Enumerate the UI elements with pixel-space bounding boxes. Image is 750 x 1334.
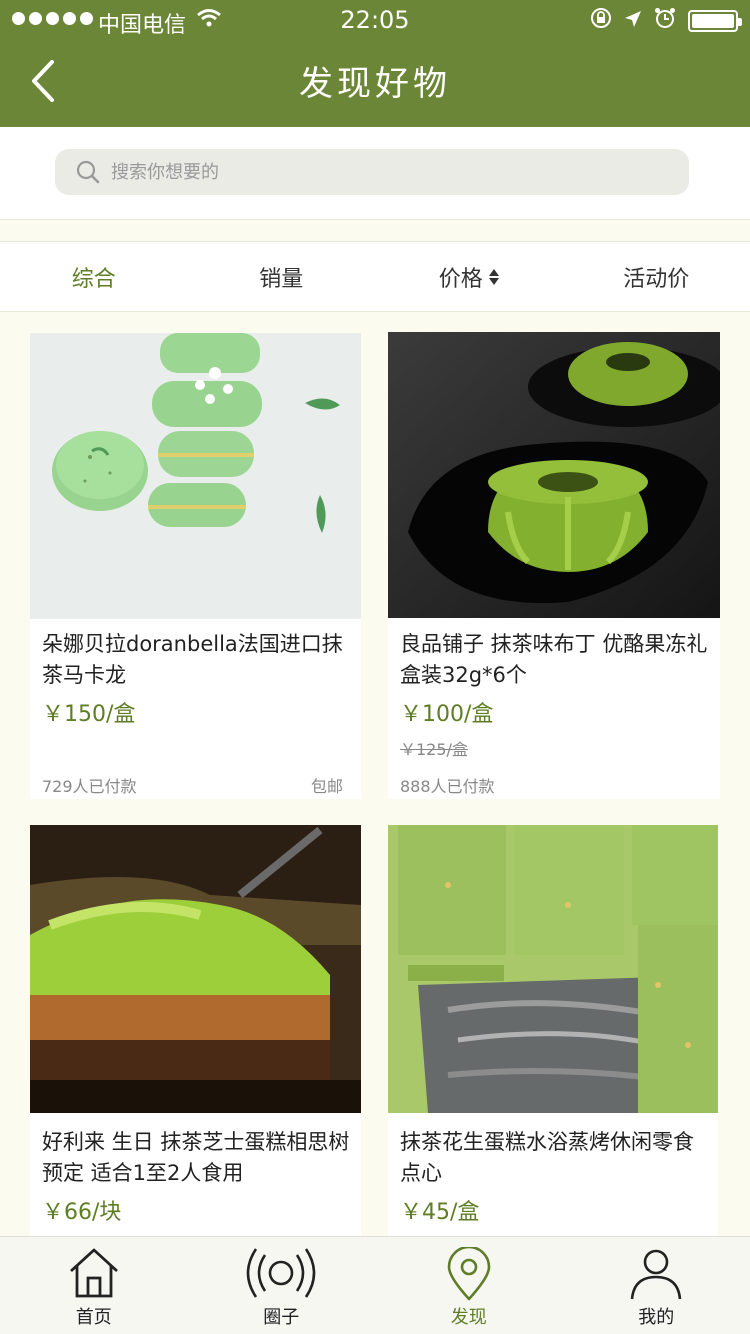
product-card[interactable]: 好利来 生日 抹茶芝士蛋糕相思树 预定 适合1至2人食用 ￥66/块	[30, 825, 361, 1236]
paid-count: 729人已付款	[42, 777, 137, 796]
product-price: ￥45/盒	[400, 1200, 480, 1225]
product-image-matcha-cake	[388, 825, 718, 1113]
tab-label: 首页	[75, 1307, 112, 1328]
tab-label: 发现	[450, 1307, 487, 1328]
sort-tab-comprehensive[interactable]: 综合	[0, 242, 188, 311]
product-title: 良品铺子 抹茶味布丁 优酪果冻礼盒装32g*6个	[400, 632, 708, 687]
product-price: ￥66/块	[42, 1200, 122, 1225]
product-card[interactable]: 抹茶花生蛋糕水浴蒸烤休闲零食点心 ￥45/盒	[388, 825, 718, 1236]
page-title: 发现好物	[299, 64, 451, 104]
tab-circle[interactable]: 圈子	[188, 1237, 376, 1334]
tab-label: 我的	[638, 1307, 675, 1328]
search-input[interactable]	[111, 157, 671, 187]
product-title: 抹茶花生蛋糕水浴蒸烤休闲零食点心	[400, 1130, 694, 1185]
search-icon	[75, 159, 101, 189]
sort-tab-label: 活动价	[623, 266, 690, 292]
product-image-pudding	[388, 332, 720, 618]
product-price: ￥100/盒	[400, 702, 494, 727]
free-shipping-badge: 包邮	[310, 777, 343, 796]
home-icon	[69, 1248, 118, 1298]
sort-tab-label: 价格	[438, 266, 483, 292]
navigation-header: 中国电信 22:05 发现好物	[0, 0, 750, 127]
rotation-lock-icon	[590, 7, 612, 35]
search-bar[interactable]	[55, 149, 689, 195]
product-price: ￥150/盒	[42, 702, 136, 727]
tab-label: 圈子	[263, 1307, 300, 1328]
product-card[interactable]: 良品铺子 抹茶味布丁 优酪果冻礼盒装32g*6个 ￥100/盒 ￥125/盒 8…	[388, 332, 720, 799]
status-bar: 中国电信 22:05	[0, 0, 750, 40]
sort-tab-promo-price[interactable]: 活动价	[563, 242, 750, 311]
tab-mine[interactable]: 我的	[563, 1237, 750, 1334]
product-image-macarons	[30, 333, 361, 619]
product-card[interactable]: 朵娜贝拉doranbella法国进口抹茶马卡龙 ￥150/盒 729人已付款 包…	[30, 333, 361, 799]
search-area	[0, 127, 750, 220]
sort-tab-sales[interactable]: 销量	[188, 242, 376, 311]
status-icons	[590, 7, 742, 35]
original-price: ￥125/盒	[400, 740, 468, 759]
alarm-icon	[654, 7, 676, 35]
broadcast-icon	[246, 1248, 316, 1298]
location-arrow-icon	[624, 9, 642, 34]
product-image-cheesecake	[30, 825, 361, 1113]
tab-home[interactable]: 首页	[0, 1237, 188, 1334]
sort-tab-price[interactable]: 价格	[375, 242, 563, 311]
tab-discover[interactable]: 发现	[375, 1237, 563, 1334]
sort-tab-label: 综合	[71, 266, 116, 292]
paid-count: 888人已付款	[400, 777, 495, 796]
user-icon	[630, 1249, 682, 1300]
sort-bar: 综合 销量 价格 活动价	[0, 241, 750, 312]
sort-toggle-icon	[488, 268, 499, 285]
product-title: 朵娜贝拉doranbella法国进口抹茶马卡龙	[42, 632, 343, 687]
location-pin-icon	[447, 1247, 491, 1301]
product-title: 好利来 生日 抹茶芝士蛋糕相思树 预定 适合1至2人食用	[42, 1130, 350, 1185]
sort-tab-label: 销量	[259, 266, 304, 292]
bottom-tab-bar: 首页 圈子 发现 我的	[0, 1236, 750, 1334]
battery-icon	[688, 10, 742, 32]
